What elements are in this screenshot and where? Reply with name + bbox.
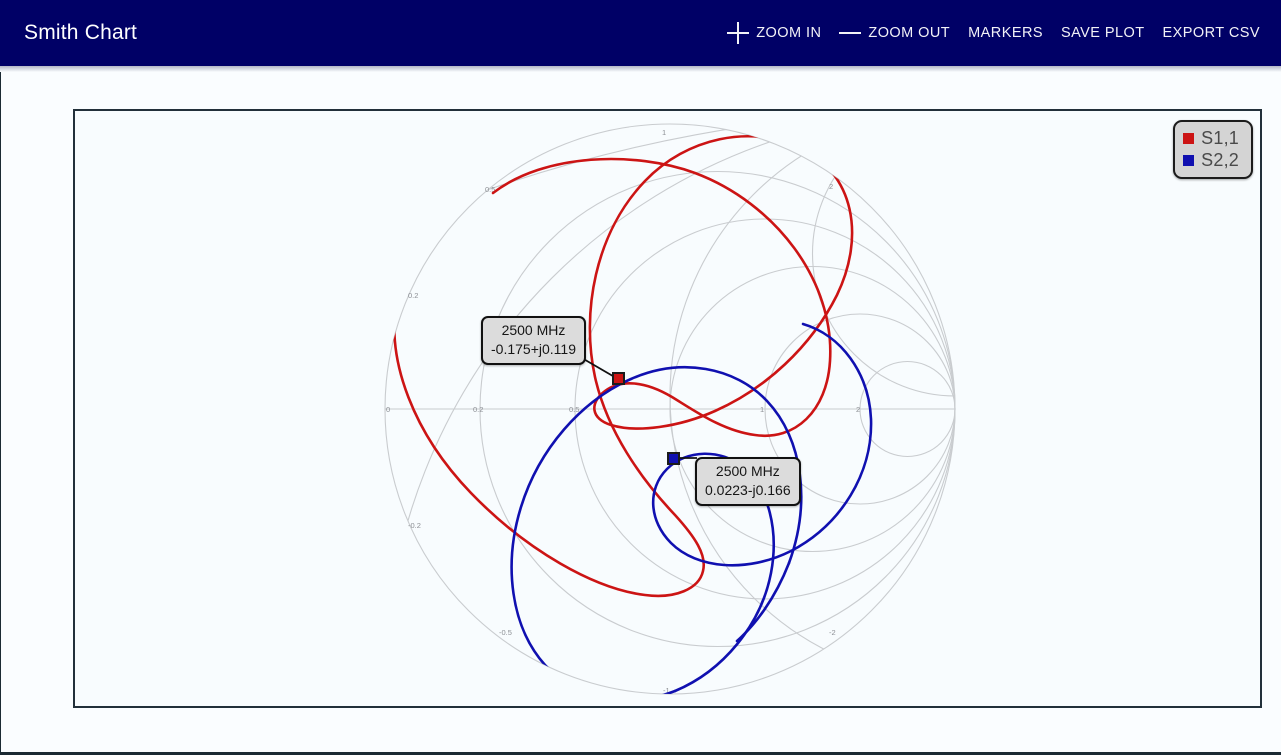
grid-label-0.2: 0.2 <box>473 405 483 414</box>
grid-x-5 <box>897 124 955 226</box>
legend[interactable]: S1,1 S2,2 <box>1173 120 1253 179</box>
marker-s22-point[interactable] <box>667 452 680 465</box>
grid-label-0.5: 0.5 <box>569 405 579 414</box>
rim-label-neg2: -2 <box>829 628 836 637</box>
export-csv-button[interactable]: EXPORT CSV <box>1154 0 1269 66</box>
plus-icon <box>727 22 750 44</box>
smith-chart-plot[interactable]: 0 0.2 0.5 1 2 1 2 0.2 0.5 -0.2 -0.5 -1 -… <box>73 109 1262 708</box>
markers-button[interactable]: MARKERS <box>959 0 1052 66</box>
zoom-in-label: ZOOM IN <box>756 25 822 41</box>
legend-label-s11: S1,1 <box>1201 127 1239 148</box>
trace-s22 <box>510 322 873 694</box>
minus-icon <box>839 22 862 44</box>
save-plot-label: SAVE PLOT <box>1060 25 1145 41</box>
zoom-out-label: ZOOM OUT <box>868 25 951 41</box>
app-header: Smith Chart ZOOM IN ZOOM OUT MARKERS SAV… <box>0 0 1281 72</box>
grid-label-1: 1 <box>760 405 764 414</box>
toolbar: ZOOM IN ZOOM OUT MARKERS SAVE PLOT EXPOR… <box>718 0 1269 66</box>
marker-tooltip-s11[interactable]: 2500 MHz -0.175+j0.119 <box>481 316 586 365</box>
export-csv-label: EXPORT CSV <box>1162 25 1260 41</box>
page-content: 0 0.2 0.5 1 2 1 2 0.2 0.5 -0.2 -0.5 -1 -… <box>0 72 1281 755</box>
rim-label-2: 2 <box>829 182 833 191</box>
marker-s11-point[interactable] <box>612 372 625 385</box>
smith-chart-canvas: 0 0.2 0.5 1 2 1 2 0.2 0.5 -0.2 -0.5 -1 -… <box>384 123 956 695</box>
rim-label-1: 1 <box>662 128 666 137</box>
save-plot-button[interactable]: SAVE PLOT <box>1052 0 1154 66</box>
legend-swatch-s11 <box>1183 132 1195 144</box>
grid-x-2 <box>811 124 955 397</box>
marker-s11-value: -0.175+j0.119 <box>491 341 576 357</box>
legend-swatch-s22 <box>1183 154 1195 166</box>
legend-label-s22: S2,2 <box>1201 149 1239 170</box>
rim-label-neg0.5: -0.5 <box>499 628 512 637</box>
legend-item-s11[interactable]: S1,1 <box>1183 127 1239 149</box>
markers-label: MARKERS <box>968 25 1043 41</box>
grid-labels: 0 0.2 0.5 1 2 1 2 0.2 0.5 -0.2 -0.5 -1 -… <box>386 128 860 695</box>
page-title: Smith Chart <box>24 21 138 44</box>
legend-item-s22[interactable]: S2,2 <box>1183 149 1239 171</box>
zoom-in-button[interactable]: ZOOM IN <box>718 0 830 66</box>
smith-grid <box>384 123 956 695</box>
marker-s22-frequency: 2500 MHz <box>715 463 780 479</box>
marker-s22-value: 0.0223-j0.166 <box>705 482 791 498</box>
marker-tooltip-s22[interactable]: 2500 MHz 0.0223-j0.166 <box>695 457 801 506</box>
rim-label-neg0.2: -0.2 <box>408 521 421 530</box>
grid-label-2: 2 <box>856 405 860 414</box>
rim-label-0.2: 0.2 <box>408 291 418 300</box>
grid-label-0: 0 <box>386 405 390 414</box>
trace-s11 <box>393 135 854 598</box>
marker-s11-frequency: 2500 MHz <box>501 322 566 338</box>
zoom-out-button[interactable]: ZOOM OUT <box>830 0 959 66</box>
